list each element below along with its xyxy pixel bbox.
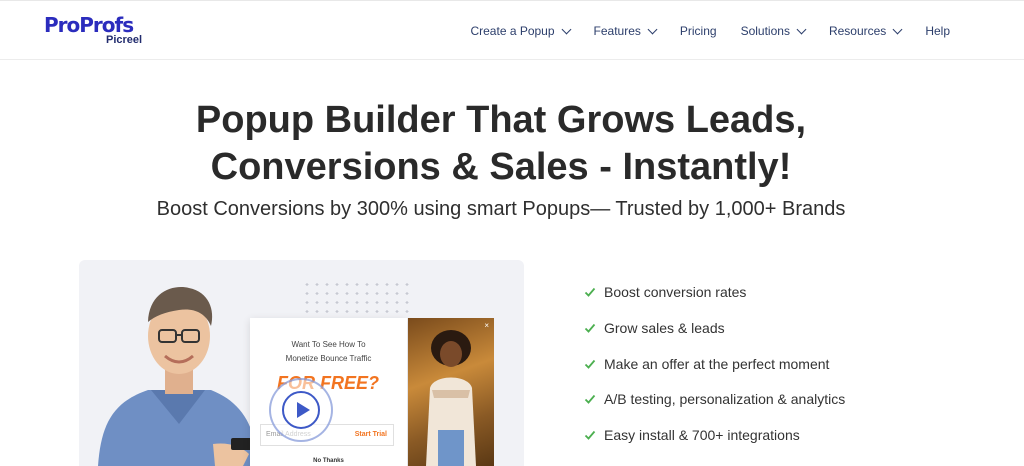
nav-solutions-label: Solutions	[740, 24, 790, 38]
nav-create-popup[interactable]: Create a Popup	[470, 24, 571, 38]
hero-subtitle: Boost Conversions by 300% using smart Po…	[156, 198, 846, 220]
woman-photo: ×	[408, 318, 494, 466]
list-item: Easy install & 700+ integrations	[584, 426, 845, 444]
list-item: Make an offer at the perfect moment	[584, 355, 845, 373]
feature-text: Boost conversion rates	[604, 284, 747, 300]
hero-title-line1: Popup Builder That Grows Leads,	[195, 99, 807, 141]
check-icon	[584, 323, 596, 333]
chevron-down-icon	[892, 24, 903, 34]
nav-resources[interactable]: Resources	[828, 24, 903, 38]
feature-list: Boost conversion rates Grow sales & lead…	[584, 283, 845, 462]
nav-resources-label: Resources	[828, 24, 887, 38]
list-item: Boost conversion rates	[584, 283, 845, 301]
top-navigation-bar: ProProfs Picreel Create a Popup Features…	[0, 0, 1024, 60]
logo-subbrand: Picreel	[106, 34, 143, 46]
logo-wordmark: ProProfs	[44, 13, 134, 37]
dot-pattern	[302, 280, 412, 316]
close-icon[interactable]: ×	[484, 321, 489, 330]
chevron-down-icon	[647, 24, 658, 34]
popup-heading-line2: Monetize Bounce Traffic	[285, 354, 372, 363]
nav-help-label: Help	[925, 24, 950, 38]
play-video-button[interactable]	[269, 378, 333, 442]
proprofs-picreel-logo[interactable]: ProProfs Picreel	[44, 14, 144, 48]
hero-title-line2: Conversions & Sales - Instantly!	[210, 146, 792, 188]
nav-solutions[interactable]: Solutions	[740, 24, 807, 38]
man-with-phone-illustration	[98, 287, 259, 466]
popup-start-trial-label: Start Trial	[354, 431, 387, 438]
nav-create-popup-label: Create a Popup	[470, 24, 555, 38]
feature-text: Make an offer at the perfect moment	[604, 355, 830, 372]
list-item: A/B testing, personalization & analytics	[584, 390, 845, 408]
nav-pricing[interactable]: Pricing	[680, 24, 717, 38]
nav-help[interactable]: Help	[925, 24, 950, 38]
popup-no-thanks: No Thanks	[313, 458, 344, 464]
check-icon	[584, 431, 596, 441]
feature-text: Grow sales & leads	[604, 319, 725, 336]
check-icon	[584, 287, 596, 297]
feature-text: A/B testing, personalization & analytics	[604, 391, 846, 408]
hero-title: Popup Builder That Grows Leads, Conversi…	[0, 97, 1002, 191]
nav-features[interactable]: Features	[593, 24, 658, 38]
nav-features-label: Features	[593, 24, 641, 38]
play-icon	[282, 391, 320, 429]
hero-illustration: Want To See How To Monetize Bounce Traff…	[79, 260, 524, 466]
woman-figure-image	[426, 330, 476, 466]
list-item: Grow sales & leads	[584, 319, 845, 337]
check-icon	[584, 359, 596, 369]
check-icon	[584, 395, 596, 405]
popup-heading: Want To See How To Monetize Bounce Traff…	[250, 338, 407, 366]
chevron-down-icon	[561, 24, 571, 34]
nav-pricing-label: Pricing	[679, 24, 717, 38]
chevron-down-icon	[796, 24, 807, 34]
feature-text: Easy install & 700+ integrations	[604, 427, 800, 444]
main-nav: Create a Popup Features Pricing Solution…	[470, 1, 1024, 61]
popup-heading-line1: Want To See How To	[291, 340, 366, 349]
